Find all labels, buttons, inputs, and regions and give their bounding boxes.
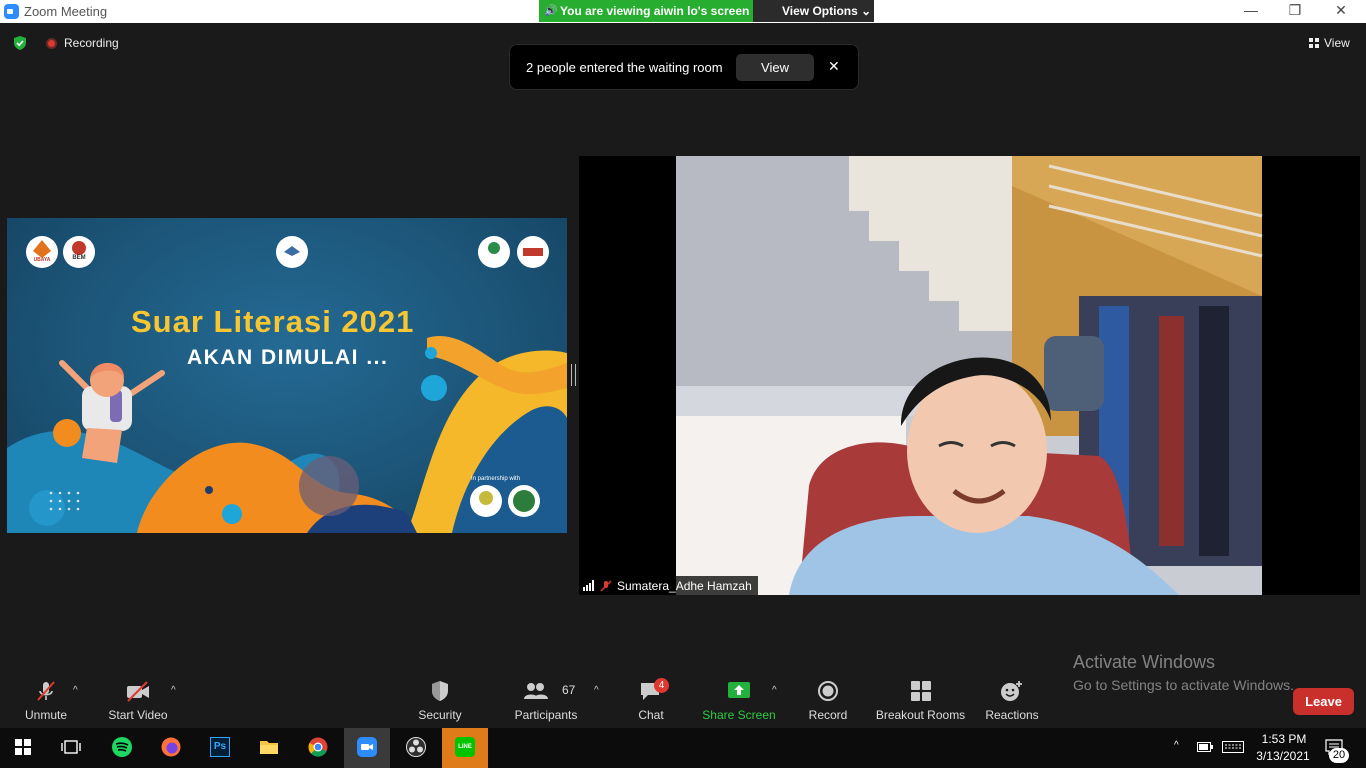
participant-video-tile[interactable] — [579, 156, 1360, 595]
share-screen-button[interactable]: Share Screen — [700, 672, 778, 728]
taskbar-firefox[interactable] — [148, 728, 194, 768]
firefox-icon — [161, 737, 181, 757]
audio-options-caret[interactable]: ^ — [73, 685, 78, 696]
security-label: Security — [418, 708, 462, 722]
record-label: Record — [808, 708, 848, 722]
photoshop-icon: Ps — [210, 737, 230, 757]
reactions-button[interactable]: Reactions — [982, 672, 1042, 728]
meeting-toolbar: Unmute ^ Start Video ^ Security Particip… — [0, 672, 1366, 728]
chat-unread-badge: 4 — [654, 678, 669, 693]
shared-slide-graphic — [7, 236, 567, 533]
participants-label: Participants — [514, 708, 578, 722]
recording-icon — [46, 38, 57, 49]
participant-name: Sumatera_Adhe Hamzah — [617, 578, 752, 593]
zoom-icon — [357, 737, 377, 757]
taskbar-line[interactable]: LINE — [442, 728, 488, 768]
slide-subtitle: AKAN DIMULAI ... — [187, 346, 389, 369]
participant-video-frame — [676, 156, 1263, 595]
share-screen-label: Share Screen — [702, 708, 776, 722]
record-button[interactable]: Record — [803, 672, 853, 728]
view-options-button[interactable]: View Options ⌄ — [753, 0, 874, 22]
unmute-label: Unmute — [24, 708, 68, 722]
start-button[interactable] — [0, 728, 46, 768]
shield-icon — [432, 681, 448, 701]
battery-icon[interactable] — [1197, 742, 1213, 752]
participants-button[interactable]: Participants — [512, 672, 580, 728]
participants-count: 67 — [562, 683, 576, 697]
maximize-button[interactable]: ❐ — [1280, 2, 1310, 19]
taskbar-zoom[interactable] — [344, 728, 390, 768]
view-label: View — [1324, 36, 1350, 50]
participants-icon — [523, 683, 548, 699]
task-view-button[interactable] — [48, 728, 94, 768]
leave-meeting-button[interactable]: Leave — [1293, 688, 1354, 715]
taskbar-obs[interactable] — [393, 728, 439, 768]
waiting-room-message: 2 people entered the waiting room — [526, 60, 723, 75]
viewing-text: You are viewing aiwin lo's screen — [560, 4, 750, 18]
viewing-screen-banner: 🔊 You are viewing aiwin lo's screen — [539, 0, 753, 22]
window-title: Zoom Meeting — [24, 4, 108, 19]
breakout-rooms-button[interactable]: Breakout Rooms — [873, 672, 968, 728]
share-screen-icon — [728, 682, 750, 698]
view-options-label: View Options ⌄ — [782, 4, 872, 18]
spotify-icon — [112, 737, 132, 757]
slide-logo-bem-text: BEM — [72, 255, 86, 261]
speaker-icon: 🔊 — [544, 5, 558, 17]
taskbar-photoshop[interactable]: Ps — [197, 728, 243, 768]
taskbar-clock-date[interactable]: 3/13/2021 — [1252, 749, 1314, 763]
task-view-icon — [61, 740, 81, 754]
taskbar-file-explorer[interactable] — [246, 728, 292, 768]
close-notification-icon[interactable]: ✕ — [828, 58, 840, 75]
record-icon — [818, 681, 838, 701]
security-button[interactable]: Security — [410, 672, 470, 728]
breakout-rooms-label: Breakout Rooms — [875, 708, 966, 722]
security-shield-icon — [14, 36, 26, 50]
view-waiting-room-button[interactable]: View — [736, 54, 814, 81]
slide-partnership-text: In partnership with — [471, 476, 521, 482]
obs-icon — [406, 737, 426, 757]
minimize-button[interactable]: — — [1236, 2, 1266, 18]
video-options-caret[interactable]: ^ — [171, 685, 176, 696]
slide-title: Suar Literasi 2021 — [131, 304, 415, 339]
folder-icon — [260, 741, 278, 754]
keyboard-icon[interactable] — [1222, 741, 1244, 753]
windows-logo-icon — [15, 739, 31, 755]
activate-windows-title: Activate Windows — [1073, 652, 1216, 672]
participant-name-bar: Sumatera_Adhe Hamzah — [579, 576, 758, 595]
chat-label: Chat — [638, 708, 664, 722]
waiting-room-notification: 2 people entered the waiting room View ✕ — [509, 44, 859, 90]
mic-muted-icon — [37, 681, 55, 701]
recording-label[interactable]: Recording — [64, 36, 119, 50]
start-video-label: Start Video — [108, 708, 168, 722]
breakout-rooms-icon — [910, 681, 931, 701]
close-button[interactable]: ✕ — [1326, 2, 1356, 19]
taskbar-spotify[interactable] — [99, 728, 145, 768]
chrome-icon — [308, 737, 328, 757]
participants-options-caret[interactable]: ^ — [594, 685, 599, 696]
reactions-smiley-icon — [1001, 681, 1022, 701]
split-divider-handle[interactable] — [571, 364, 576, 386]
chat-button[interactable]: Chat — [626, 672, 676, 728]
line-icon: LINE — [455, 737, 475, 757]
taskbar-chrome[interactable] — [295, 728, 341, 768]
start-video-button[interactable]: Start Video — [103, 672, 173, 728]
windows-taskbar: Ps LINE ^ 20 — [0, 728, 1366, 768]
muted-mic-icon — [600, 579, 612, 592]
tray-overflow-caret[interactable]: ^ — [1174, 740, 1179, 751]
signal-strength-icon — [583, 580, 595, 591]
share-options-caret[interactable]: ^ — [772, 685, 777, 696]
view-layout-button[interactable]: View — [1309, 36, 1350, 50]
reactions-label: Reactions — [985, 708, 1039, 722]
grid-icon — [1309, 38, 1319, 48]
taskbar-clock-time[interactable]: 1:53 PM — [1259, 732, 1309, 746]
unmute-button[interactable]: Unmute — [16, 672, 76, 728]
slide-logo-ubaya-text: UBAYA — [33, 257, 51, 263]
video-off-icon — [127, 681, 149, 702]
notification-count-badge: 20 — [1329, 748, 1349, 763]
shared-screen: UBAYA BEM Suar Literasi 2021 AKAN DIMULA… — [7, 218, 567, 533]
zoom-app-icon — [4, 4, 19, 19]
